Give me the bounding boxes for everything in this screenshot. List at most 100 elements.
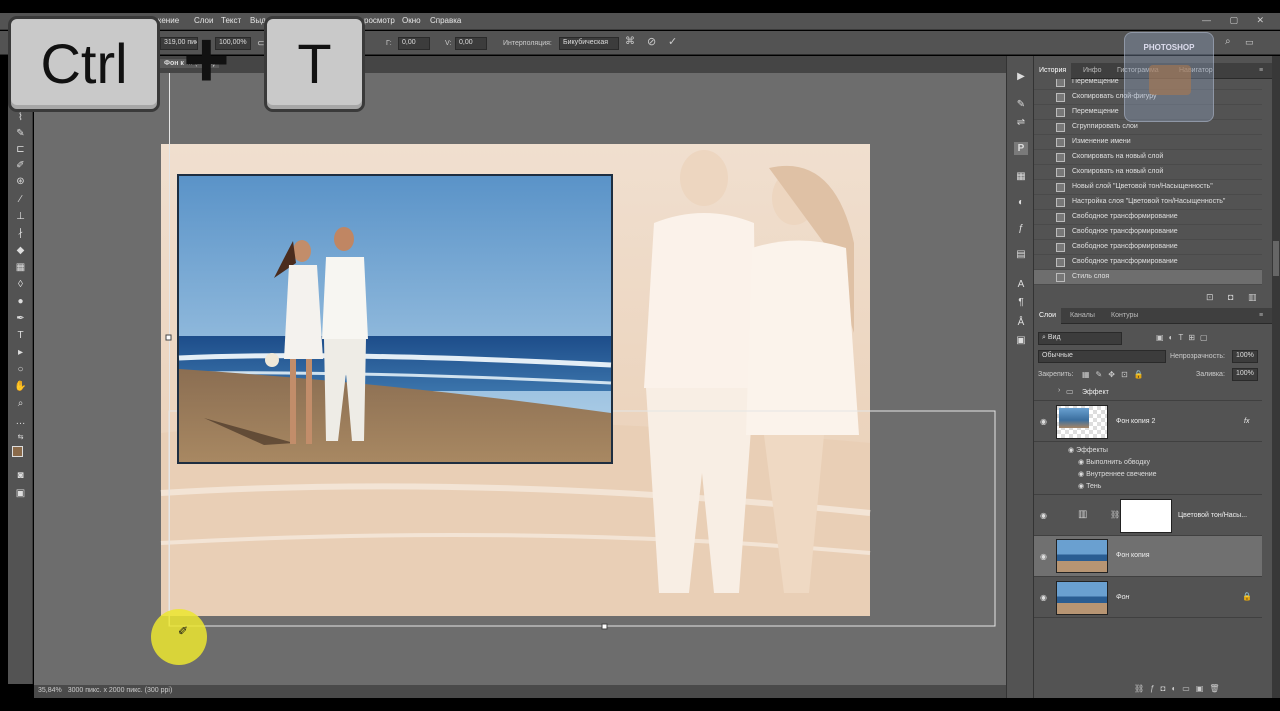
group-expand-icon[interactable]: › [1058, 387, 1060, 394]
menu-item-window[interactable]: Окно [402, 16, 421, 25]
eraser-tool-icon[interactable]: ◆ [13, 245, 28, 257]
history-actions[interactable]: ⊡ ◘ ▥ [1206, 292, 1262, 303]
effect-drop-shadow[interactable]: ◉ Тень [1078, 482, 1101, 490]
gradient-tool-icon[interactable]: ▦ [13, 262, 28, 274]
fx-icon[interactable]: ƒ [1014, 222, 1028, 235]
foreground-color-swatch[interactable] [12, 446, 23, 457]
transform-handle-left[interactable] [165, 334, 172, 341]
hand-tool-icon[interactable]: ✋ [13, 381, 28, 393]
layers-bottom-actions[interactable]: ⛓ƒ◘◐▭▣🗑 [1134, 684, 1226, 693]
window-controls[interactable]: — ▢ ✕ [1202, 15, 1272, 26]
v-skew-field[interactable]: 0,00 [455, 37, 487, 50]
status-bar: 35,84% 3000 пикс. x 2000 пикс. (300 ppi) [34, 685, 1006, 698]
tab-channels[interactable]: Каналы [1065, 308, 1100, 324]
paragraph-style-icon[interactable]: P [1014, 142, 1028, 155]
healing-brush-icon[interactable]: ⊛ [13, 176, 28, 188]
visibility-eye-icon[interactable]: ◉ [1040, 593, 1047, 602]
visibility-eye-icon[interactable]: ◉ [1040, 511, 1047, 520]
history-item[interactable]: Свободное трансформирование [1034, 240, 1262, 255]
blur-tool-icon[interactable]: ◊ [13, 279, 28, 291]
grid-icon[interactable]: ▦ [1014, 170, 1028, 183]
mask-link-icon[interactable]: ⛓ [1110, 510, 1120, 519]
layers-menu-icon[interactable]: ≡ [1254, 308, 1268, 324]
history-item[interactable]: Свободное трансформирование [1034, 210, 1262, 225]
history-item[interactable]: Скопировать на новый слой [1034, 150, 1262, 165]
history-item[interactable]: Сгруппировать слои [1034, 120, 1262, 135]
h-skew-field[interactable]: 0,00 [398, 37, 430, 50]
history-state-icon [1056, 93, 1065, 102]
canvas-area[interactable] [34, 73, 1006, 685]
tab-info[interactable]: Инфо [1078, 63, 1107, 79]
character-icon[interactable]: A [1014, 278, 1028, 291]
layer-filter-select[interactable]: ⌕ Вид [1038, 332, 1122, 345]
warp-icon[interactable]: ⌘ [625, 36, 635, 47]
type-tool-icon[interactable]: T [13, 330, 28, 342]
tab-history[interactable]: История [1034, 63, 1072, 79]
menu-item-view[interactable]: росмотр [364, 16, 395, 25]
commit-check-icon[interactable]: ✓ [668, 35, 677, 48]
layer-copy2-row[interactable]: ◉ Фон копия 2 fx [1034, 402, 1262, 442]
tab-paths[interactable]: Контуры [1106, 308, 1143, 324]
workspace-icon[interactable]: ▭ [1245, 37, 1254, 48]
effect-stroke[interactable]: ◉ Выполнить обводку [1078, 458, 1150, 466]
history-state-icon [1056, 213, 1065, 222]
document-canvas[interactable] [34, 73, 1006, 685]
history-item[interactable]: Новый слой "Цветовой тон/Насыщенность" [1034, 180, 1262, 195]
history-item[interactable]: Стиль слоя [1034, 270, 1262, 285]
play-action-icon[interactable]: ▶ [1014, 70, 1028, 83]
dodge-tool-icon[interactable]: ● [13, 296, 28, 308]
fill-field[interactable]: 100% [1232, 368, 1258, 381]
tab-layers[interactable]: Слои [1034, 308, 1062, 324]
history-item[interactable]: Настройка слоя "Цветовой тон/Насыщенност… [1034, 195, 1262, 210]
menu-item-help[interactable]: Справка [430, 16, 461, 25]
zoom-level[interactable]: 35,84% [38, 687, 62, 694]
lasso-tool-icon[interactable]: ⌇ [13, 112, 28, 124]
effect-inner-glow[interactable]: ◉ Внутреннее свечение [1078, 470, 1157, 478]
visibility-eye-icon[interactable]: ◉ [1040, 417, 1047, 426]
effects-label[interactable]: ◉ Эффекты [1068, 446, 1108, 454]
layer-adjustment-row[interactable]: ◉ ▥ ⛓ Цветовой тон/Насы... [1034, 494, 1262, 536]
search-icon[interactable]: ⌕ [1225, 36, 1231, 47]
history-item[interactable]: Скопировать на новый слой [1034, 165, 1262, 180]
paragraph-icon[interactable]: ¶ [1014, 296, 1028, 309]
shape-tool-icon[interactable]: ○ [13, 364, 28, 376]
more-tools-icon[interactable]: … [13, 416, 28, 428]
panel-scrollbar[interactable] [1272, 56, 1280, 698]
layer-filter-icons[interactable]: ▣◐T⊞▢ [1156, 333, 1213, 342]
history-item[interactable]: Свободное трансформирование [1034, 255, 1262, 270]
layer-mask-thumbnail[interactable] [1120, 499, 1172, 533]
pen-tool-icon[interactable]: ✒ [13, 313, 28, 325]
magic-wand-icon[interactable]: ✎ [13, 128, 28, 140]
layer-comps-icon[interactable]: ▣ [1014, 334, 1028, 347]
crop-tool-icon[interactable]: ⊏ [13, 144, 28, 156]
brush-tool-icon[interactable]: ∕ [13, 194, 28, 206]
libraries-icon[interactable]: ▤ [1014, 248, 1028, 261]
stamp-tool-icon[interactable]: ⊥ [13, 211, 28, 223]
path-select-icon[interactable]: ▸ [13, 347, 28, 359]
glyphs-icon[interactable]: Å [1014, 316, 1028, 329]
blend-mode-select[interactable]: Обычные [1038, 350, 1166, 363]
cancel-icon[interactable]: ⊘ [647, 35, 656, 48]
history-item[interactable]: Свободное трансформирование [1034, 225, 1262, 240]
interpolation-select[interactable]: Бикубическая [559, 37, 619, 50]
layer-group-effect[interactable]: › ▭ Эффект [1034, 384, 1262, 401]
layer-background-row[interactable]: ◉ Фон 🔒 [1034, 578, 1262, 618]
layer-name-copy2: Фон копия 2 [1116, 418, 1156, 425]
layer-copy-row[interactable]: ◉ Фон копия [1034, 536, 1262, 577]
panel-menu-icon[interactable]: ≡ [1254, 63, 1268, 79]
eyedropper-tool-icon[interactable]: ✐ [13, 160, 28, 172]
quick-mask-icon[interactable]: ◙ [13, 470, 28, 482]
brush-preset-icon[interactable]: ✎ [1014, 98, 1028, 111]
history-item[interactable]: Изменение имени [1034, 135, 1262, 150]
swap-colors-icon[interactable]: ⇆ [13, 432, 28, 444]
visibility-eye-icon[interactable]: ◉ [1040, 552, 1047, 561]
fx-badge[interactable]: fx [1244, 418, 1249, 425]
transform-handle-bottom[interactable] [601, 623, 608, 630]
opacity-field[interactable]: 100% [1232, 350, 1258, 363]
styles-icon[interactable]: ◐ [1014, 196, 1028, 209]
adjustments-icon[interactable]: ⇌ [1014, 116, 1028, 129]
history-brush-icon[interactable]: ∤ [13, 228, 28, 240]
zoom-tool-icon[interactable]: ⌕ [13, 398, 28, 410]
lock-icons[interactable]: ▦✎✥⊡🔒 [1082, 370, 1150, 379]
screen-mode-icon[interactable]: ▣ [13, 488, 28, 500]
